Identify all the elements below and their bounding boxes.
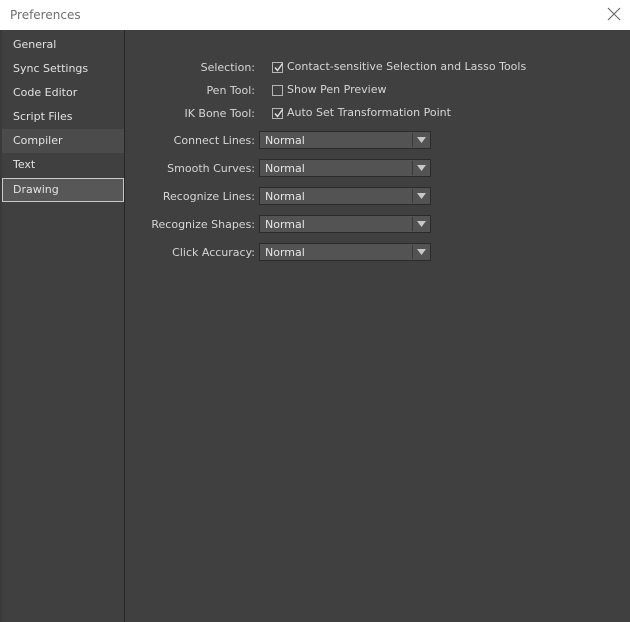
smooth-curves-value: Normal bbox=[265, 162, 305, 175]
category-sidebar: General Sync Settings Code Editor Script… bbox=[2, 30, 125, 622]
recognize-shapes-label: Recognize Shapes: bbox=[151, 218, 255, 231]
dropdown-separator bbox=[412, 189, 413, 203]
check-icon bbox=[274, 63, 284, 72]
chevron-down-icon[interactable] bbox=[417, 137, 426, 144]
click-accuracy-value: Normal bbox=[265, 246, 305, 259]
connect-lines-label: Connect Lines: bbox=[173, 134, 255, 147]
sidebar-item-sync-settings[interactable]: Sync Settings bbox=[2, 57, 124, 81]
pen-tool-label: Pen Tool: bbox=[206, 84, 255, 97]
smooth-curves-label: Smooth Curves: bbox=[167, 162, 255, 175]
dropdown-separator bbox=[412, 245, 413, 259]
pen-preview-checkbox[interactable] bbox=[272, 85, 283, 96]
click-accuracy-dropdown[interactable]: Normal bbox=[259, 243, 431, 261]
dropdown-separator bbox=[412, 217, 413, 231]
recognize-lines-label: Recognize Lines: bbox=[162, 190, 255, 203]
connect-lines-value: Normal bbox=[265, 134, 305, 147]
chevron-down-icon[interactable] bbox=[417, 193, 426, 200]
smooth-curves-dropdown[interactable]: Normal bbox=[259, 159, 431, 177]
selection-checkbox[interactable] bbox=[272, 62, 284, 73]
dropdown-separator bbox=[412, 133, 413, 147]
pen-preview-checkbox-label[interactable]: Show Pen Preview bbox=[287, 83, 386, 96]
auto-set-transformation-checkbox-label[interactable]: Auto Set Transformation Point bbox=[287, 106, 451, 119]
dropdown-separator bbox=[412, 161, 413, 175]
recognize-lines-value: Normal bbox=[265, 190, 305, 203]
title-bar: Preferences bbox=[0, 0, 630, 30]
click-accuracy-label: Click Accuracy: bbox=[172, 246, 255, 259]
sidebar-item-script-files[interactable]: Script Files bbox=[2, 105, 124, 129]
auto-set-transformation-checkbox[interactable] bbox=[272, 108, 284, 119]
window-title: Preferences bbox=[10, 8, 81, 22]
sidebar-item-compiler[interactable]: Compiler bbox=[2, 129, 124, 153]
selection-checkbox-label[interactable]: Contact-sensitive Selection and Lasso To… bbox=[287, 60, 526, 73]
sidebar-item-text[interactable]: Text bbox=[2, 153, 124, 177]
check-icon bbox=[274, 109, 284, 118]
drawing-panel: Selection: Contact-sensitive Selection a… bbox=[126, 30, 630, 622]
chevron-down-icon[interactable] bbox=[417, 165, 426, 172]
sidebar-item-general[interactable]: General bbox=[2, 33, 124, 57]
preferences-window: Preferences General Sync Settings Code E… bbox=[0, 0, 630, 622]
chevron-down-icon[interactable] bbox=[417, 221, 426, 228]
recognize-lines-dropdown[interactable]: Normal bbox=[259, 187, 431, 205]
sidebar-item-code-editor[interactable]: Code Editor bbox=[2, 81, 124, 105]
recognize-shapes-value: Normal bbox=[265, 218, 305, 231]
close-icon[interactable] bbox=[606, 6, 622, 22]
selection-label: Selection: bbox=[200, 61, 255, 74]
recognize-shapes-dropdown[interactable]: Normal bbox=[259, 215, 431, 233]
sidebar-item-drawing[interactable]: Drawing bbox=[2, 178, 124, 202]
connect-lines-dropdown[interactable]: Normal bbox=[259, 131, 431, 149]
chevron-down-icon[interactable] bbox=[417, 249, 426, 256]
ik-bone-tool-label: IK Bone Tool: bbox=[184, 107, 255, 120]
